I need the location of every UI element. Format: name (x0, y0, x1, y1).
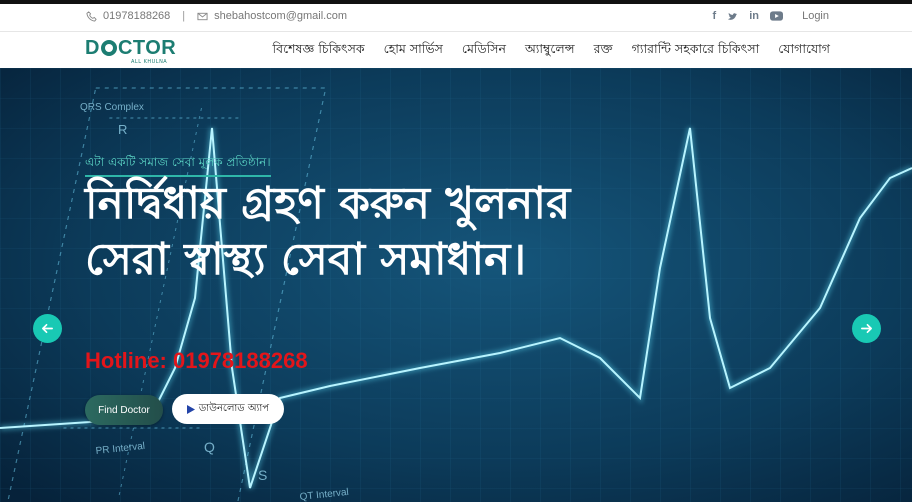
ecg-label-q: Q (204, 439, 215, 455)
nav-item-medicine[interactable]: মেডিসিন (462, 41, 506, 61)
nav-item-specialist-doctor[interactable]: বিশেষজ্ঞ চিকিৎসক (273, 41, 365, 61)
download-app-button[interactable]: ডাউনলোড অ্যাপ (172, 394, 284, 424)
site-logo[interactable]: D CTOR ALL KHULNA (85, 37, 176, 65)
contact-info: 01978188268 | shebahostcom@gmail.com (86, 10, 347, 22)
twitter-icon[interactable] (727, 11, 738, 22)
email-icon (197, 12, 208, 20)
nav-menu: বিশেষজ্ঞ চিকিৎসক হোম সার্ভিস মেডিসিন অ্য… (273, 41, 830, 61)
contact-separator: | (182, 10, 186, 22)
logo-letter-d: D (85, 37, 100, 59)
nav-item-blood[interactable]: রক্ত (594, 41, 613, 61)
hotline-text[interactable]: Hotline: 01978188268 (85, 348, 308, 374)
phone-icon (86, 10, 97, 22)
login-link[interactable]: Login (802, 10, 829, 22)
hero-tagline: এটা একটি সমাজ সেবা মূলক প্রতিষ্ঠান। (85, 154, 271, 177)
logo-wordmark: D CTOR (85, 37, 176, 59)
linkedin-icon[interactable]: in (749, 10, 759, 22)
find-doctor-button[interactable]: Find Doctor (85, 395, 163, 425)
email-address[interactable]: shebahostcom@gmail.com (214, 10, 347, 22)
top-bar: 01978188268 | shebahostcom@gmail.com f i… (0, 4, 912, 32)
play-icon (186, 404, 195, 414)
slider-next-button[interactable] (852, 314, 881, 343)
phone-number[interactable]: 01978188268 (103, 10, 170, 22)
ecg-label-r: R (118, 122, 127, 137)
nav-item-guaranteed-treatment[interactable]: গ্যারান্টি সহকারে চিকিৎসা (632, 41, 760, 61)
ecg-label-qrs-complex: QRS Complex (80, 102, 144, 113)
hero-headline: নির্দ্বিধায় গ্রহণ করুন খুলনার সেরা স্বা… (85, 178, 571, 285)
facebook-icon[interactable]: f (713, 10, 717, 22)
slider-prev-button[interactable] (33, 314, 62, 343)
arrow-left-icon (42, 323, 53, 334)
social-links: f in (713, 10, 783, 22)
main-navbar: D CTOR ALL KHULNA বিশেষজ্ঞ চিকিৎসক হোম সা… (0, 32, 912, 68)
logo-letters-ctor: CTOR (117, 37, 177, 59)
youtube-icon[interactable] (770, 11, 783, 21)
stethoscope-icon (100, 40, 117, 56)
arrow-right-icon (861, 323, 872, 334)
hero-banner: QRS Complex R P Q S PR Interval QT Inter… (0, 68, 912, 502)
nav-item-ambulance[interactable]: অ্যাম্বুলেন্স (525, 41, 575, 61)
nav-item-home-service[interactable]: হোম সার্ভিস (384, 41, 443, 61)
logo-subtitle: ALL KHULNA (131, 59, 168, 65)
ecg-label-s: S (258, 467, 267, 483)
nav-item-contact[interactable]: যোগাযোগ (778, 41, 830, 61)
download-app-label: ডাউনলোড অ্যাপ (198, 402, 270, 414)
